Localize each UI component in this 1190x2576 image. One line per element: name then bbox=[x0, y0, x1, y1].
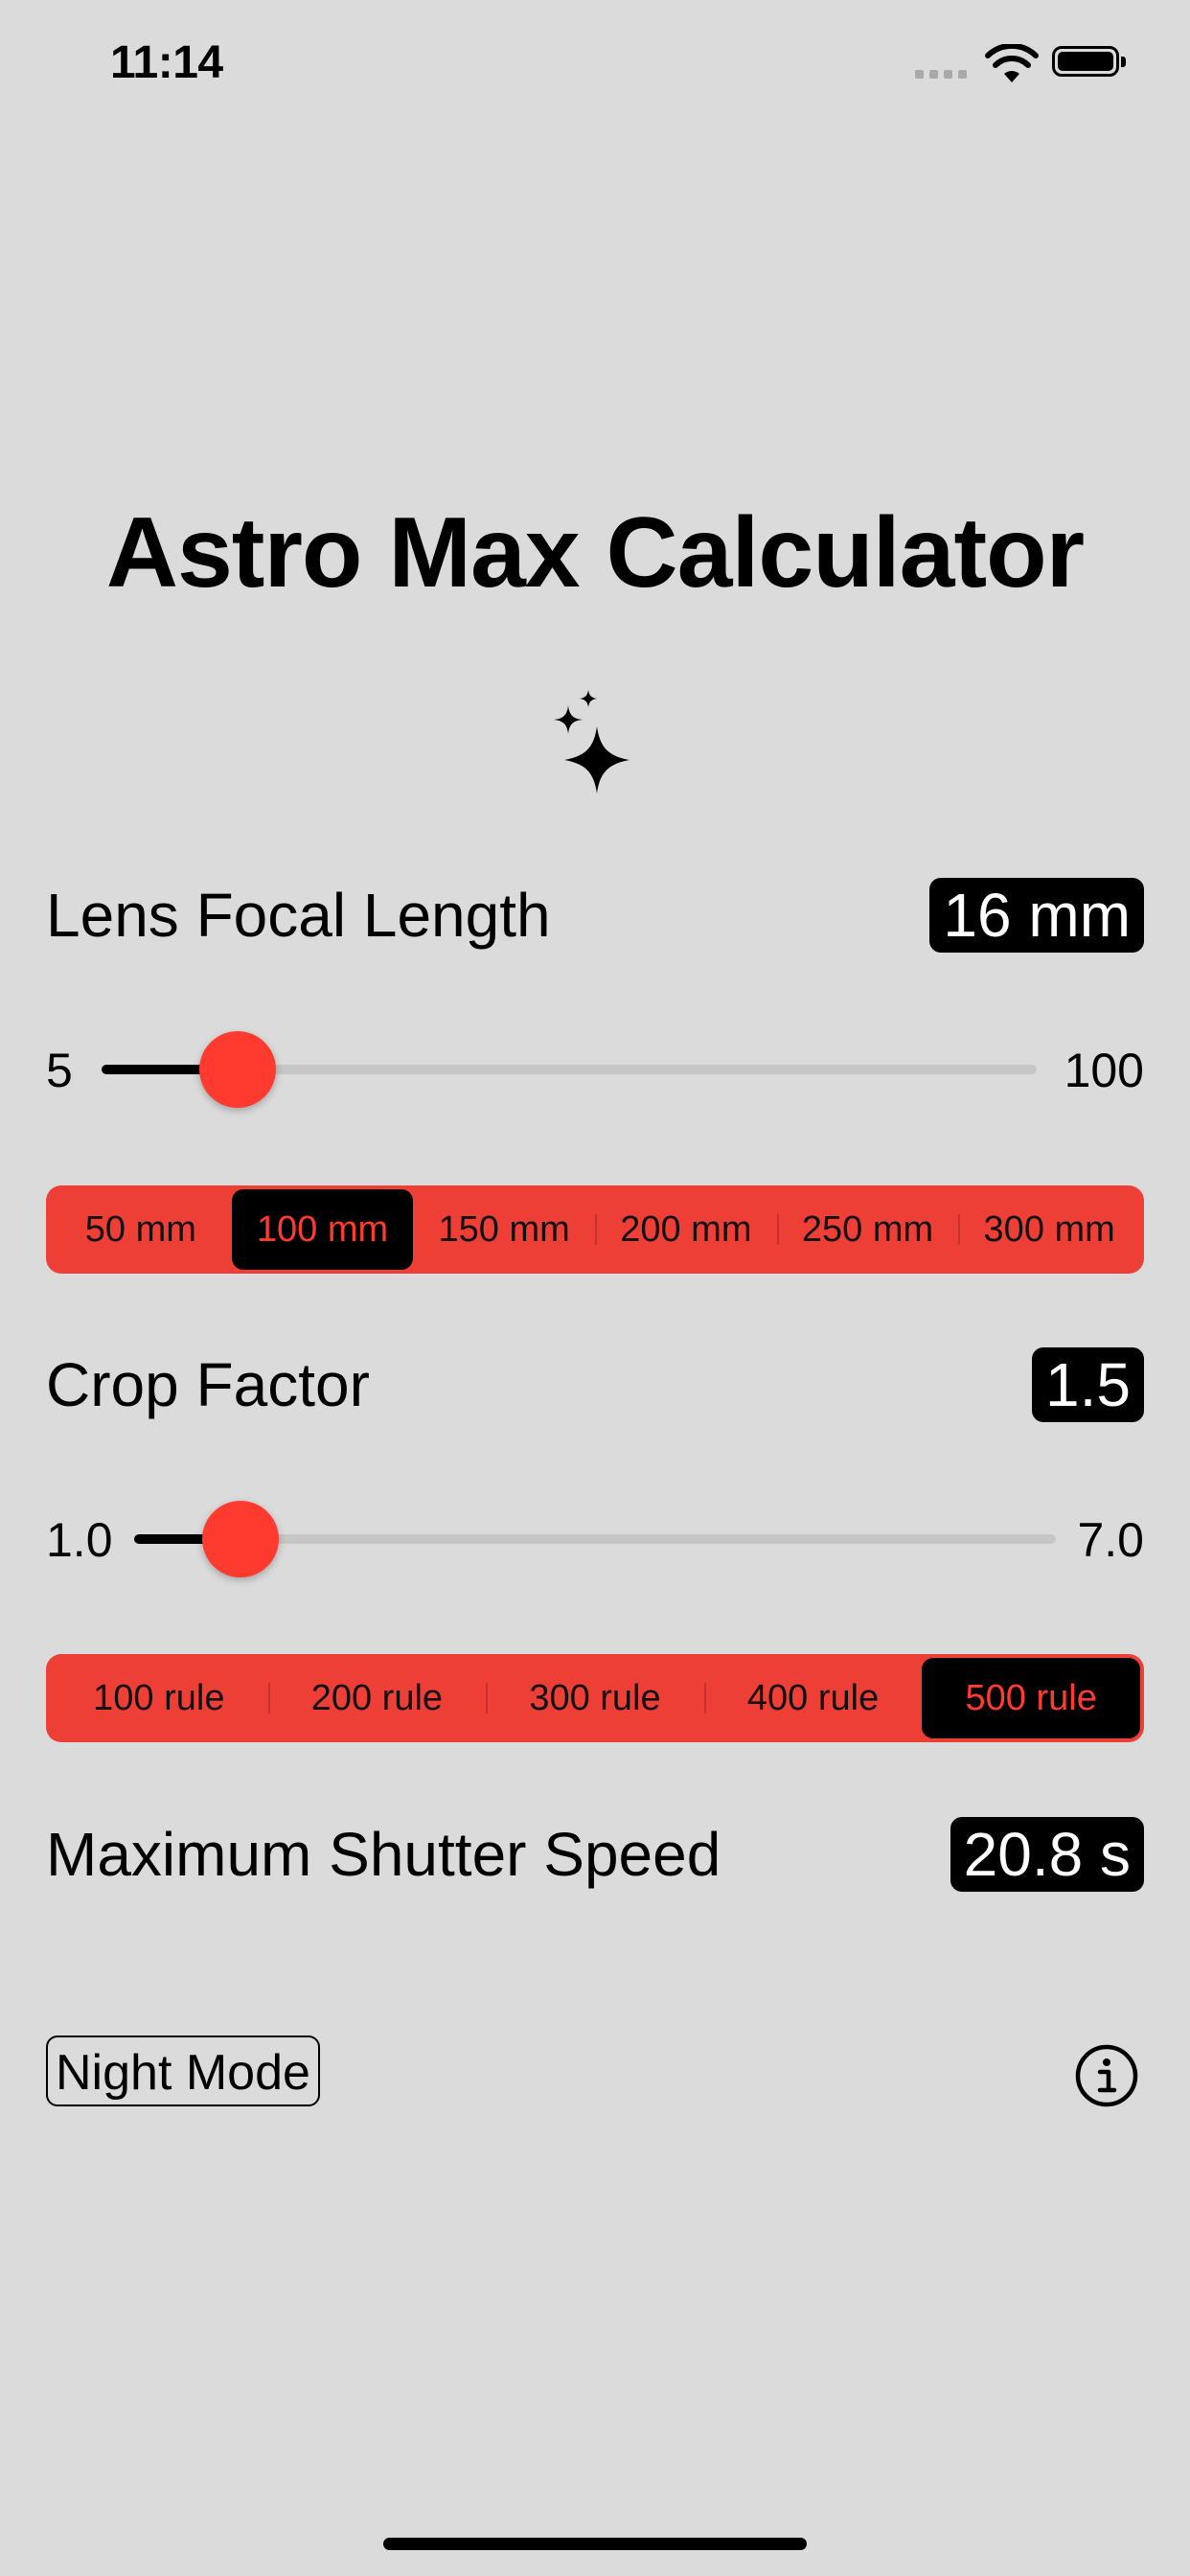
night-mode-button[interactable]: Night Mode bbox=[46, 2036, 320, 2106]
info-circle-icon[interactable] bbox=[1075, 2044, 1138, 2107]
wifi-icon bbox=[985, 44, 1039, 82]
preset-250mm[interactable]: 250 mm bbox=[776, 1189, 959, 1270]
rule-400[interactable]: 400 rule bbox=[703, 1658, 923, 1738]
battery-icon bbox=[1052, 46, 1126, 77]
rule-300[interactable]: 300 rule bbox=[486, 1658, 704, 1738]
preset-50mm[interactable]: 50 mm bbox=[50, 1189, 232, 1270]
rule-200[interactable]: 200 rule bbox=[267, 1658, 487, 1738]
preset-150mm[interactable]: 150 mm bbox=[413, 1189, 595, 1270]
preset-100mm[interactable]: 100 mm bbox=[231, 1189, 414, 1270]
shutter-speed-label: Maximum Shutter Speed bbox=[46, 1820, 721, 1889]
rule-selector: 100 rule 200 rule 300 rule 400 rule 500 … bbox=[46, 1654, 1144, 1742]
crop-factor-slider-thumb[interactable] bbox=[202, 1501, 279, 1577]
focal-length-slider-thumb[interactable] bbox=[199, 1031, 276, 1108]
focal-length-slider-min: 5 bbox=[46, 1044, 73, 1097]
signal-dots-icon bbox=[915, 70, 967, 79]
crop-factor-label: Crop Factor bbox=[46, 1350, 370, 1419]
preset-300mm[interactable]: 300 mm bbox=[958, 1189, 1140, 1270]
rule-500[interactable]: 500 rule bbox=[922, 1658, 1140, 1738]
shutter-speed-value: 20.8 s bbox=[950, 1817, 1144, 1892]
focal-length-label: Lens Focal Length bbox=[46, 881, 551, 950]
crop-factor-value: 1.5 bbox=[1032, 1347, 1144, 1422]
focal-length-value: 16 mm bbox=[929, 878, 1144, 953]
sparkles-icon bbox=[554, 690, 629, 794]
crop-factor-slider-min: 1.0 bbox=[46, 1513, 113, 1567]
focal-length-presets: 50 mm 100 mm 150 mm 200 mm 250 mm 300 mm bbox=[46, 1185, 1144, 1274]
home-indicator bbox=[383, 2538, 807, 2550]
rule-100[interactable]: 100 rule bbox=[50, 1658, 268, 1738]
page-title: Astro Max Calculator bbox=[105, 497, 1085, 609]
status-time: 11:14 bbox=[110, 37, 223, 88]
focal-length-slider-max: 100 bbox=[1064, 1044, 1144, 1097]
preset-200mm[interactable]: 200 mm bbox=[595, 1189, 777, 1270]
crop-factor-slider-max: 7.0 bbox=[1077, 1513, 1144, 1567]
